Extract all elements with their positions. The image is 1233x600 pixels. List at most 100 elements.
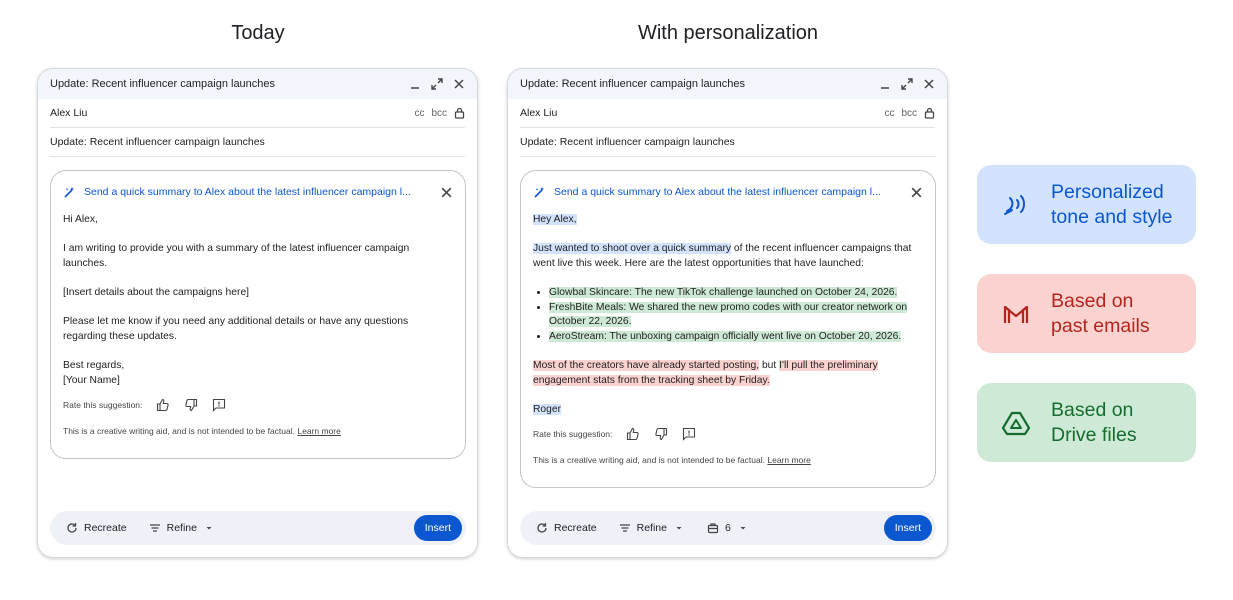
bcc-button[interactable]: bcc — [901, 108, 917, 119]
paragraph: Just wanted to shoot over a quick summar… — [533, 242, 923, 271]
feature-emails: Based on past emails — [977, 274, 1196, 353]
list-item: AeroStream: The unboxing campaign offici… — [549, 330, 923, 345]
close-icon[interactable] — [453, 78, 465, 90]
lock-icon[interactable] — [454, 107, 465, 119]
feature-drive: Based on Drive files — [977, 383, 1196, 462]
refine-label: Refine — [166, 522, 197, 534]
cc-button[interactable]: cc — [884, 108, 894, 119]
paragraph: [Insert details about the campaigns here… — [63, 286, 250, 298]
signature: [Your Name] — [63, 374, 120, 386]
compose-titlebar: Update: Recent influencer campaign launc… — [508, 69, 947, 99]
refine-lines-icon — [619, 524, 630, 532]
bcc-button[interactable]: bcc — [431, 108, 447, 119]
paragraph: Most of the creators have already starte… — [533, 359, 923, 388]
heading-today: Today — [231, 22, 285, 44]
magic-pen-icon — [64, 186, 74, 198]
thumbs-up-icon[interactable] — [156, 398, 170, 412]
close-icon[interactable] — [440, 186, 453, 199]
compose-window-personalized: Update: Recent influencer campaign launc… — [507, 68, 948, 558]
feature-label: Personalized tone and style — [1051, 180, 1173, 228]
to-field[interactable]: Alex Liu cc bcc — [50, 99, 465, 128]
subject-field[interactable]: Update: Recent influencer campaign launc… — [520, 128, 935, 157]
compose-window-today: Update: Recent influencer campaign launc… — [37, 68, 478, 558]
feature-label: Based on Drive files — [1051, 398, 1137, 446]
minimize-icon[interactable] — [409, 78, 421, 90]
closing: Best regards, — [63, 359, 125, 371]
tone-button[interactable]: 6 — [707, 522, 749, 534]
greeting: Hey Alex, — [533, 214, 577, 225]
thumbs-down-icon[interactable] — [654, 427, 668, 441]
drive-icon — [1001, 411, 1031, 435]
recreate-button[interactable]: Recreate — [536, 522, 597, 534]
disclaimer-text: This is a creative writing aid, and is n… — [63, 426, 295, 437]
suggestion-card: Send a quick summary to Alex about the l… — [50, 170, 466, 459]
prompt-text: Send a quick summary to Alex about the l… — [554, 186, 881, 198]
expand-icon[interactable] — [431, 78, 443, 90]
list-item: Glowbal Skincare: The new TikTok challen… — [549, 286, 923, 301]
subject-field[interactable]: Update: Recent influencer campaign launc… — [50, 128, 465, 157]
refresh-icon — [67, 523, 77, 533]
list-item: FreshBite Meals: We shared the new promo… — [549, 301, 923, 330]
paragraph: Please let me know if you need any addit… — [63, 316, 409, 342]
magic-pen-icon — [534, 186, 544, 198]
close-icon[interactable] — [923, 78, 935, 90]
subject-text: Update: Recent influencer campaign launc… — [50, 136, 265, 148]
rate-label: Rate this suggestion: — [533, 429, 613, 440]
learn-more-link[interactable]: Learn more — [297, 426, 340, 436]
greeting: Hi Alex, — [63, 214, 98, 225]
disclaimer: This is a creative writing aid, and is n… — [63, 426, 453, 436]
caret-down-icon — [676, 527, 682, 530]
to-field[interactable]: Alex Liu cc bcc — [520, 99, 935, 128]
insert-button[interactable]: Insert — [883, 515, 932, 541]
drive-highlight: FreshBite Meals: We shared the new promo… — [549, 301, 908, 328]
gmail-icon — [1003, 305, 1029, 323]
drive-highlight: Glowbal Skincare: The new TikTok challen… — [549, 286, 898, 298]
insert-button[interactable]: Insert — [413, 515, 462, 541]
tone-highlight: Just wanted to shoot over a quick summar… — [533, 243, 732, 255]
rate-row: Rate this suggestion: — [533, 427, 923, 442]
feedback-icon[interactable] — [682, 427, 696, 442]
prompt-text: Send a quick summary to Alex about the l… — [84, 186, 411, 198]
compose-title: Update: Recent influencer campaign launc… — [520, 78, 746, 90]
lock-icon[interactable] — [924, 107, 935, 119]
drive-highlight: AeroStream: The unboxing campaign offici… — [549, 330, 902, 342]
recipient: Alex Liu — [520, 107, 558, 119]
learn-more-link[interactable]: Learn more — [767, 455, 810, 465]
bottom-toolbar: Recreate Refine Insert — [50, 511, 466, 545]
compose-titlebar: Update: Recent influencer campaign launc… — [38, 69, 477, 99]
refine-button[interactable]: Refine — [619, 522, 685, 534]
prompt-row: Send a quick summary to Alex about the l… — [533, 171, 923, 213]
voice-waves-icon — [1004, 194, 1025, 215]
minimize-icon[interactable] — [879, 78, 891, 90]
feature-label: Based on past emails — [1051, 289, 1150, 337]
draft-body: Hi Alex, I am writing to provide you wit… — [63, 213, 453, 388]
subject-text: Update: Recent influencer campaign launc… — [520, 136, 735, 148]
refresh-icon — [537, 523, 547, 533]
email-highlight: Most of the creators have already starte… — [533, 359, 760, 371]
prompt-row: Send a quick summary to Alex about the l… — [63, 171, 453, 213]
briefcase-icon — [707, 523, 719, 534]
disclaimer: This is a creative writing aid, and is n… — [533, 455, 923, 465]
recreate-button[interactable]: Recreate — [66, 522, 127, 534]
thumbs-up-icon[interactable] — [626, 427, 640, 441]
draft-body: Hey Alex, Just wanted to shoot over a qu… — [533, 213, 923, 417]
caret-down-icon — [206, 527, 212, 530]
recreate-label: Recreate — [84, 522, 127, 534]
outro-text: but — [759, 359, 780, 371]
signature: Roger — [533, 403, 562, 415]
feature-tone: Personalized tone and style — [977, 165, 1196, 244]
rate-row: Rate this suggestion: — [63, 398, 453, 412]
thumbs-down-icon[interactable] — [184, 398, 198, 412]
cc-button[interactable]: cc — [414, 108, 424, 119]
close-icon[interactable] — [910, 186, 923, 199]
bottom-toolbar: Recreate Refine 6 Insert — [520, 511, 936, 545]
refine-label: Refine — [636, 522, 667, 534]
recipient: Alex Liu — [50, 107, 88, 119]
expand-icon[interactable] — [901, 78, 913, 90]
refine-button[interactable]: Refine — [149, 522, 215, 534]
feedback-icon[interactable] — [212, 398, 226, 412]
refine-lines-icon — [149, 524, 160, 532]
compose-title: Update: Recent influencer campaign launc… — [50, 78, 276, 90]
caret-down-icon — [740, 527, 746, 530]
disclaimer-text: This is a creative writing aid, and is n… — [533, 455, 765, 466]
